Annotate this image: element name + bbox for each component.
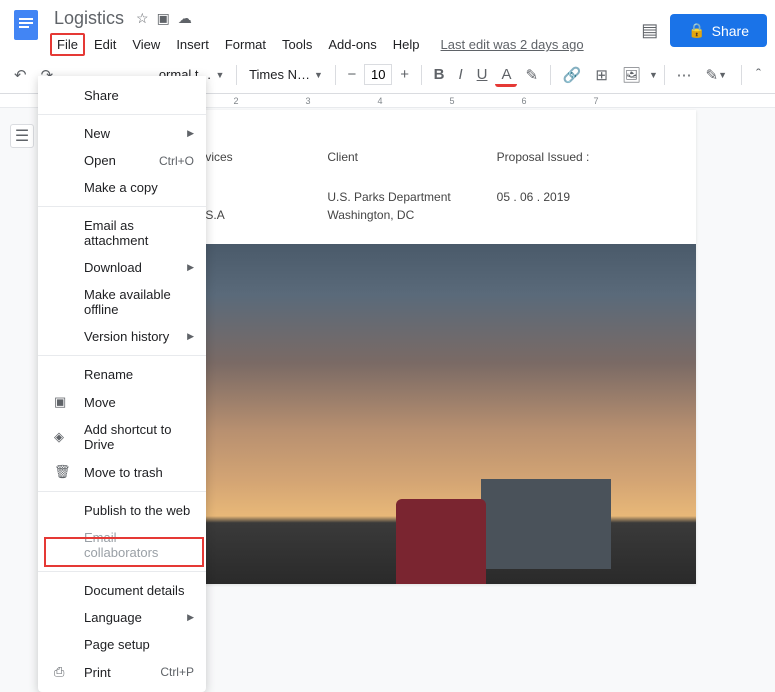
menu-item-rename[interactable]: Rename [38, 361, 206, 388]
chevron-right-icon: ▶ [187, 612, 194, 623]
chevron-right-icon: ▶ [187, 262, 194, 273]
insert-image-button[interactable]: 🖼 [616, 62, 647, 88]
move-folder-icon[interactable]: ▣ [157, 10, 170, 27]
menu-format[interactable]: Format [218, 33, 273, 56]
docs-logo[interactable] [8, 6, 44, 42]
chevron-down-icon: ▼ [314, 70, 323, 80]
menu-item-download[interactable]: Download▶ [38, 254, 206, 281]
menu-item-publish-web[interactable]: Publish to the web [38, 497, 206, 524]
document-outline-button[interactable]: ☰ [10, 124, 34, 148]
doc-col2-header: Client [327, 150, 496, 164]
menu-item-share[interactable]: Share [38, 82, 206, 109]
document-page[interactable]: ivery Services on Ave. Ohio , U.S.A Clie… [128, 110, 696, 584]
menu-item-document-details[interactable]: Document details [38, 577, 206, 604]
menu-edit[interactable]: Edit [87, 33, 123, 56]
menu-item-version-history[interactable]: Version history▶ [38, 323, 206, 350]
menu-item-email-attachment[interactable]: Email as attachment [38, 212, 206, 254]
menu-item-add-shortcut[interactable]: ◈Add shortcut to Drive [38, 416, 206, 458]
undo-button[interactable]: ↶ [8, 62, 33, 88]
underline-button[interactable]: U [471, 62, 494, 87]
font-size-input[interactable] [364, 64, 392, 85]
drive-shortcut-icon: ◈ [54, 429, 74, 445]
share-button[interactable]: 🔒 Share [670, 14, 767, 47]
doc-col3-header: Proposal Issued : [497, 150, 666, 164]
document-hero-image[interactable] [128, 244, 696, 584]
chevron-down-icon: ▼ [216, 70, 225, 80]
comments-icon[interactable]: ▤ [641, 20, 658, 41]
highlight-button[interactable]: ✎ [519, 62, 544, 88]
menu-item-email-collaborators: Email collaborators [38, 524, 206, 566]
cloud-status-icon[interactable]: ☁ [178, 10, 192, 27]
insert-link-button[interactable]: 🔗 [557, 62, 588, 88]
menu-item-page-setup[interactable]: Page setup [38, 631, 206, 658]
more-tools-button[interactable]: ⋯ [670, 62, 697, 88]
menu-item-make-copy[interactable]: Make a copy [38, 174, 206, 201]
chevron-right-icon: ▶ [187, 128, 194, 139]
font-size-decrease[interactable]: − [341, 62, 362, 87]
menu-insert[interactable]: Insert [169, 33, 216, 56]
last-edit-link[interactable]: Last edit was 2 days ago [441, 37, 584, 52]
menu-view[interactable]: View [125, 33, 167, 56]
folder-icon: ▣ [54, 394, 74, 410]
text-color-button[interactable]: A [495, 62, 517, 87]
add-comment-button[interactable]: ⊞ [589, 62, 614, 88]
menu-addons[interactable]: Add-ons [321, 33, 383, 56]
bold-button[interactable]: B [428, 62, 451, 87]
trash-icon: 🗑 [54, 464, 74, 480]
lock-icon: 🔒 [688, 22, 705, 39]
menu-item-new[interactable]: New▶ [38, 120, 206, 147]
menu-help[interactable]: Help [386, 33, 427, 56]
font-size-increase[interactable]: + [394, 62, 415, 87]
document-title[interactable]: Logistics [50, 6, 128, 31]
print-icon: ⎙ [54, 664, 74, 680]
menu-item-make-offline[interactable]: Make available offline [38, 281, 206, 323]
menu-item-print[interactable]: ⎙PrintCtrl+P [38, 658, 206, 686]
menu-tools[interactable]: Tools [275, 33, 319, 56]
star-icon[interactable]: ☆ [136, 10, 149, 27]
menu-file[interactable]: File [50, 33, 85, 56]
menu-item-move-trash[interactable]: 🗑Move to trash [38, 458, 206, 486]
expand-toolbar-button[interactable]: ˆ [750, 62, 767, 87]
menu-item-open[interactable]: OpenCtrl+O [38, 147, 206, 174]
editing-mode-button[interactable]: ✎ ▼ [700, 62, 734, 88]
file-menu-dropdown: Share New▶ OpenCtrl+O Make a copy Email … [38, 76, 206, 692]
italic-button[interactable]: I [452, 62, 468, 87]
chevron-down-icon[interactable]: ▼ [649, 70, 658, 80]
share-label: Share [712, 23, 749, 39]
menu-item-move[interactable]: ▣Move [38, 388, 206, 416]
font-family-select[interactable]: Times N…▼ [243, 65, 329, 84]
menu-item-language[interactable]: Language▶ [38, 604, 206, 631]
chevron-right-icon: ▶ [187, 331, 194, 342]
